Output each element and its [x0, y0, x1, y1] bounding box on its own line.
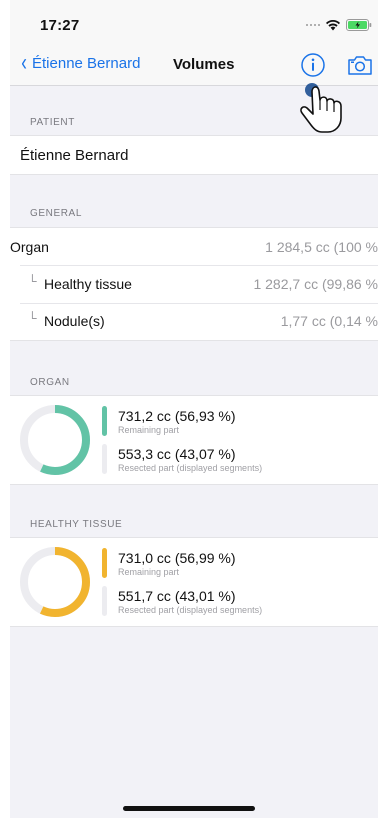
healthy-tissue-donut-chart: [20, 547, 90, 617]
home-indicator[interactable]: [123, 806, 255, 811]
organ-volume-card: 731,2 cc (56,93 %) Remaining part 553,3 …: [10, 395, 378, 485]
patient-name: Étienne Bernard: [20, 146, 129, 164]
battery-charging-icon: [346, 19, 372, 31]
tree-branch-icon: └: [28, 311, 37, 325]
general-group: Organ 1 284,5 cc (100 % └ Healthy tissue…: [10, 227, 378, 341]
organ-volume-row: Organ 1 284,5 cc (100 %: [10, 228, 378, 265]
organ-resected-caption: Resected part (displayed segments): [118, 463, 263, 473]
organ-resected-value: 553,3 cc (43,07 %): [118, 446, 236, 462]
healthy-tissue-volume-label: Healthy tissue: [44, 275, 132, 292]
healthy-tissue-remaining-caption: Remaining part: [118, 567, 180, 577]
healthy-tissue-volume-row: └ Healthy tissue 1 282,7 cc (99,86 %: [10, 265, 378, 302]
wifi-icon: [326, 20, 340, 31]
organ-remaining-value: 731,2 cc (56,93 %): [118, 408, 236, 424]
hand-pointer-icon: [300, 83, 342, 133]
healthy-tissue-volume-value: 1 282,7 cc (99,86 %: [253, 275, 378, 292]
organ-donut-chart: [20, 405, 90, 475]
healthy-tissue-resected-caption: Resected part (displayed segments): [118, 605, 263, 615]
nodules-volume-row: └ Nodule(s) 1,77 cc (0,14 %: [10, 302, 378, 339]
organ-volume-label: Organ: [10, 238, 49, 255]
back-button-label: Étienne Bernard: [32, 54, 141, 72]
chevron-left-icon: ‹: [21, 49, 27, 76]
organ-remaining-caption: Remaining part: [118, 425, 180, 435]
organ-volume-value: 1 284,5 cc (100 %: [265, 238, 378, 255]
nodules-volume-label: Nodule(s): [44, 312, 105, 329]
healthy-tissue-volume-card: 731,0 cc (56,99 %) Remaining part 551,7 …: [10, 537, 378, 627]
status-bar: 17:27: [10, 0, 378, 46]
back-button[interactable]: ‹ Étienne Bernard: [20, 49, 141, 76]
patient-row: Étienne Bernard: [10, 136, 378, 174]
organ-section-header: ORGAN: [30, 377, 70, 388]
status-icons: [306, 19, 372, 31]
patient-group: Étienne Bernard: [10, 135, 378, 175]
resected-legend-bar: [102, 444, 107, 474]
remaining-legend-bar: [102, 406, 107, 436]
general-section-header: GENERAL: [30, 208, 82, 219]
healthy-tissue-section-header: HEALTHY TISSUE: [30, 519, 123, 530]
resected-legend-bar: [102, 586, 107, 616]
nodules-volume-value: 1,77 cc (0,14 %: [280, 312, 378, 329]
page-title: Volumes: [173, 56, 235, 73]
status-time: 17:27: [40, 17, 80, 34]
cellular-signal-icon: [306, 24, 320, 26]
healthy-tissue-remaining-value: 731,0 cc (56,99 %): [118, 550, 236, 566]
remaining-legend-bar: [102, 548, 107, 578]
tree-branch-icon: └: [28, 274, 37, 288]
healthy-tissue-resected-value: 551,7 cc (43,01 %): [118, 588, 236, 604]
